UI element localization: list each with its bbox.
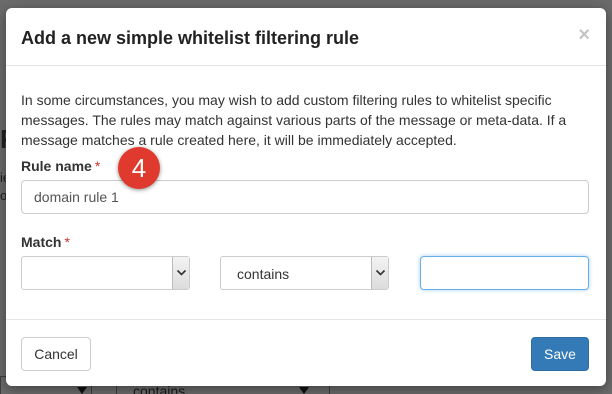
cancel-button[interactable]: Cancel xyxy=(21,337,91,371)
modal-header: Add a new simple whitelist filtering rul… xyxy=(6,8,606,66)
caret-down-icon xyxy=(77,387,87,394)
select-arrow[interactable] xyxy=(371,257,388,289)
rule-name-input[interactable] xyxy=(21,180,589,214)
match-field-select[interactable] xyxy=(21,256,190,290)
required-marker: * xyxy=(64,234,70,250)
save-button[interactable]: Save xyxy=(531,337,589,371)
modal-body: In some circumstances, you may wish to a… xyxy=(6,66,606,320)
required-marker: * xyxy=(94,158,101,174)
modal-description: In some circumstances, you may wish to a… xyxy=(21,92,567,148)
rule-name-label: Rule name * xyxy=(21,158,101,174)
select-arrow[interactable] xyxy=(172,257,189,289)
match-value-input[interactable] xyxy=(420,256,589,290)
add-rule-modal: Add a new simple whitelist filtering rul… xyxy=(6,8,606,386)
chevron-down-icon xyxy=(176,269,187,276)
caret-down-icon xyxy=(299,387,309,394)
match-label: Match * xyxy=(21,234,70,250)
modal-title: Add a new simple whitelist filtering rul… xyxy=(21,28,360,48)
step-number-badge: 4 xyxy=(118,147,160,189)
match-operator-select[interactable]: contains xyxy=(220,256,389,290)
close-icon[interactable]: × xyxy=(578,24,590,47)
modal-footer: Cancel Save xyxy=(6,320,606,386)
match-operator-value: contains xyxy=(237,266,290,282)
chevron-down-icon xyxy=(375,269,386,276)
